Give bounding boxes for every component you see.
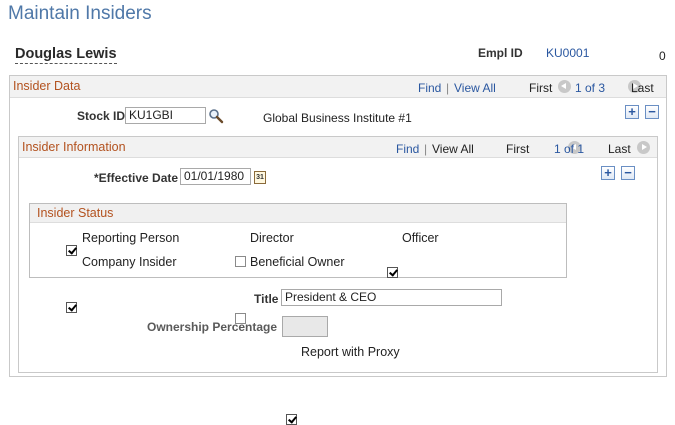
report-with-proxy-label: Report with Proxy [301,345,400,359]
effective-date-input[interactable]: 01/01/1980 [180,168,251,185]
insider-info-view-all-link[interactable]: View All [432,142,474,156]
insider-info-last-label[interactable]: Last [608,142,631,156]
ownership-percentage-input[interactable] [282,316,328,337]
insider-data-position: 1 of 3 [575,81,606,95]
emplid-value: KU0001 [546,46,590,60]
add-row-button[interactable]: + [625,105,639,119]
insider-info-first-label[interactable]: First [506,142,529,156]
insider-info-find-link[interactable]: Find [396,142,419,156]
empl-rcd-value: 0 [659,49,666,63]
insider-info-position: 1 of 1 [554,142,585,156]
insider-data-title: Insider Data [13,79,81,93]
calendar-icon[interactable]: 31 [254,171,266,184]
insider-data-first-label[interactable]: First [529,81,552,95]
stock-id-label: Stock ID [77,109,126,123]
add-row-button[interactable]: + [601,166,615,180]
emplid-label: Empl ID [478,46,523,60]
report-with-proxy-checkbox[interactable] [286,414,297,425]
title-input[interactable]: President & CEO [281,289,502,306]
nav-separator: | [446,81,450,95]
insider-data-view-all-link[interactable]: View All [454,81,496,95]
effective-date-label: *Effective Date [94,171,179,185]
stock-description: Global Business Institute #1 [263,111,412,125]
officer-label: Officer [402,231,439,245]
reporting-person-checkbox[interactable] [66,245,77,257]
reporting-person-label: Reporting Person [82,231,180,245]
insider-information-title: Insider Information [22,140,126,154]
insider-data-find-link[interactable]: Find [418,81,441,95]
officer-checkbox[interactable] [387,267,398,279]
company-insider-label: Company Insider [82,255,177,269]
employee-name: Douglas Lewis [15,46,117,64]
magnifier-icon[interactable] [208,108,224,124]
beneficial-owner-label: Beneficial Owner [250,255,345,269]
company-insider-checkbox[interactable] [66,302,77,314]
delete-row-button[interactable]: − [621,166,635,180]
ownership-percentage-label: Ownership Percentage [147,320,278,334]
title-label: Title [254,292,279,306]
director-checkbox[interactable] [235,256,246,268]
insider-status-title: Insider Status [37,206,114,220]
insider-data-last-label[interactable]: Last [631,81,654,95]
page-title: Maintain Insiders [8,3,152,24]
stock-id-input[interactable]: KU1GBI [125,107,206,124]
delete-row-button[interactable]: − [645,105,659,119]
nav-separator: | [424,142,428,156]
director-label: Director [250,231,294,245]
